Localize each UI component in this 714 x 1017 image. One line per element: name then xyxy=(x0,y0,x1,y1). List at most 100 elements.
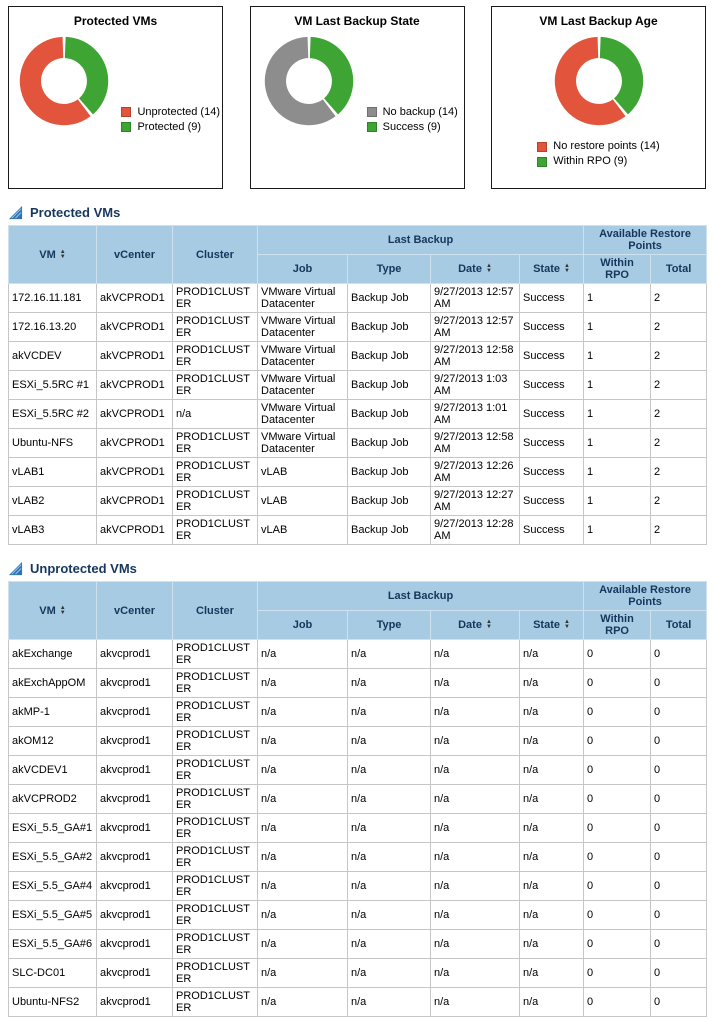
table-cell: n/a xyxy=(518,697,585,727)
table-cell: Backup Job xyxy=(347,370,431,400)
col-header-vcenter[interactable]: vCenter xyxy=(96,581,173,640)
table-cell: n/a xyxy=(518,639,585,669)
donut-chart-protected-vms xyxy=(19,36,109,126)
table-cell: n/a xyxy=(257,813,348,843)
table-row: akVCPROD2 akvcprod1 PROD1CLUSTER n/a n/a n/a n… xyxy=(8,784,708,814)
table-cell: vLAB2 xyxy=(8,486,97,516)
table-cell: 0 xyxy=(650,987,708,1017)
col-header-state[interactable]: State ▲ ▼ xyxy=(518,610,585,640)
chart-panel-protected-vms: Protected VMs Unprotected (14) Protected… xyxy=(8,6,223,189)
table-cell: 2 xyxy=(650,370,708,400)
table-cell: Success xyxy=(518,370,585,400)
table-cell: akVCPROD1 xyxy=(96,428,173,458)
section-header-protected-vms[interactable]: Protected VMs xyxy=(8,205,706,220)
legend-swatch xyxy=(366,122,377,132)
table-cell: n/a xyxy=(347,697,431,727)
table-row: ESXi_5.5_GA#5 akvcprod1 PROD1CLUSTER n/a n/a… xyxy=(8,900,708,930)
col-header-vm[interactable]: VM ▲ ▼ xyxy=(8,225,97,284)
table-cell: PROD1CLUSTER xyxy=(172,312,258,342)
table-cell: 0 xyxy=(650,755,708,785)
table-cell: 2 xyxy=(650,283,708,313)
table-cell: PROD1CLUSTER xyxy=(172,929,258,959)
table-row: ESXi_5.5_GA#1 akvcprod1 PROD1CLUSTER n/a n/a… xyxy=(8,813,708,843)
table-row: SLC-DC01 akvcprod1 PROD1CLUSTER n/a n/a n/a n/… xyxy=(8,958,708,988)
chart-title: Protected VMs xyxy=(73,14,158,28)
legend-item: Success (9) xyxy=(366,120,458,135)
table-cell: 9/27/2013 12:58 AM xyxy=(430,341,520,371)
table-cell: ESXi_5.5_GA#6 xyxy=(8,929,97,959)
col-header-total[interactable]: Total xyxy=(650,254,708,284)
col-header-total[interactable]: Total xyxy=(650,610,708,640)
col-header-type[interactable]: Type xyxy=(347,254,431,284)
table-cell: n/a xyxy=(257,726,348,756)
table-cell: Success xyxy=(518,399,585,429)
unprotected-vms-table: VM ▲ ▼ vCenter Cluster Last Backup Availab… xyxy=(8,581,708,1017)
table-cell: PROD1CLUSTER xyxy=(172,428,258,458)
table-cell: n/a xyxy=(257,842,348,872)
charts-row: Protected VMs Unprotected (14) Protected… xyxy=(0,0,714,189)
table-cell: 9/27/2013 12:26 AM xyxy=(430,457,520,487)
table-cell: 0 xyxy=(583,987,652,1017)
col-header-date[interactable]: Date ▲ ▼ xyxy=(430,254,520,284)
table-cell: 9/27/2013 12:57 AM xyxy=(430,312,520,342)
table-row: 172.16.13.20 akVCPROD1 PROD1CLUSTER VMware … xyxy=(8,312,708,342)
table-cell: Success xyxy=(518,515,585,545)
table-cell: PROD1CLUSTER xyxy=(172,486,258,516)
col-header-vm[interactable]: VM ▲ ▼ xyxy=(8,581,97,640)
donut-chart-vm-last-backup-age xyxy=(554,36,643,126)
table-cell: PROD1CLUSTER xyxy=(172,697,258,727)
table-cell: n/a xyxy=(257,900,348,930)
col-header-cluster[interactable]: Cluster xyxy=(172,225,258,284)
legend-item: Within RPO (9) xyxy=(537,154,659,169)
table-cell: n/a xyxy=(347,726,431,756)
col-header-job[interactable]: Job xyxy=(257,254,348,284)
table-row: vLAB1 akVCPROD1 PROD1CLUSTER vLAB Backup Job… xyxy=(8,457,708,487)
table-cell: n/a xyxy=(257,668,348,698)
col-header-available-restore-points: Available Restore Points xyxy=(583,581,708,611)
table-row: ESXi_5.5_GA#2 akvcprod1 PROD1CLUSTER n/a n/a… xyxy=(8,842,708,872)
legend-swatch xyxy=(121,107,132,117)
table-cell: 9/27/2013 1:01 AM xyxy=(430,399,520,429)
table-cell: akvcprod1 xyxy=(96,929,173,959)
table-cell: akVCPROD1 xyxy=(96,370,173,400)
donut-segment-success xyxy=(310,36,354,115)
table-cell: 0 xyxy=(650,784,708,814)
table-row: ESXi_5.5RC #1 akVCPROD1 PROD1CLUSTER VMware… xyxy=(8,370,708,400)
table-cell: 0 xyxy=(583,726,652,756)
table-cell: n/a xyxy=(518,668,585,698)
col-header-job[interactable]: Job xyxy=(257,610,348,640)
col-header-last-backup: Last Backup xyxy=(256,581,585,611)
col-header-vcenter[interactable]: vCenter xyxy=(96,225,173,284)
table-cell: vLAB3 xyxy=(8,515,97,545)
table-cell: Success xyxy=(518,283,585,313)
table-cell: n/a xyxy=(430,842,520,872)
section-header-unprotected-vms[interactable]: Unprotected VMs xyxy=(8,561,706,576)
table-cell: n/a xyxy=(257,755,348,785)
table-cell: n/a xyxy=(347,813,431,843)
table-cell: n/a xyxy=(430,813,520,843)
col-header-date[interactable]: Date ▲ ▼ xyxy=(430,610,520,640)
sort-icon: ▲ ▼ xyxy=(59,248,66,260)
table-cell: 0 xyxy=(583,784,652,814)
table-cell: n/a xyxy=(430,987,520,1017)
col-header-state[interactable]: State ▲ ▼ xyxy=(518,254,585,284)
col-header-within-rpo[interactable]: Within RPO xyxy=(583,254,652,284)
table-row: akOM12 akvcprod1 PROD1CLUSTER n/a n/a n/a n/a 0… xyxy=(8,726,708,756)
table-cell: n/a xyxy=(347,987,431,1017)
table-cell: akvcprod1 xyxy=(96,987,173,1017)
table-cell: n/a xyxy=(172,399,258,429)
table-cell: PROD1CLUSTER xyxy=(172,900,258,930)
col-header-cluster[interactable]: Cluster xyxy=(172,581,258,640)
table-cell: 1 xyxy=(583,457,652,487)
table-cell: 9/27/2013 12:28 AM xyxy=(430,515,520,545)
table-cell: PROD1CLUSTER xyxy=(172,987,258,1017)
table-cell: n/a xyxy=(518,987,585,1017)
col-header-within-rpo[interactable]: Within RPO xyxy=(583,610,652,640)
sort-icon: ▲ ▼ xyxy=(485,263,492,275)
table-cell: VMware Virtual Datacenter xyxy=(257,283,348,313)
table-row: akMP-1 akvcprod1 PROD1CLUSTER n/a n/a n/a n/a 0… xyxy=(8,697,708,727)
table-row: akVCDEV akVCPROD1 PROD1CLUSTER VMware Virtu… xyxy=(8,341,708,371)
table-cell: ESXi_5.5RC #1 xyxy=(8,370,97,400)
col-header-type[interactable]: Type xyxy=(347,610,431,640)
table-cell: n/a xyxy=(430,639,520,669)
